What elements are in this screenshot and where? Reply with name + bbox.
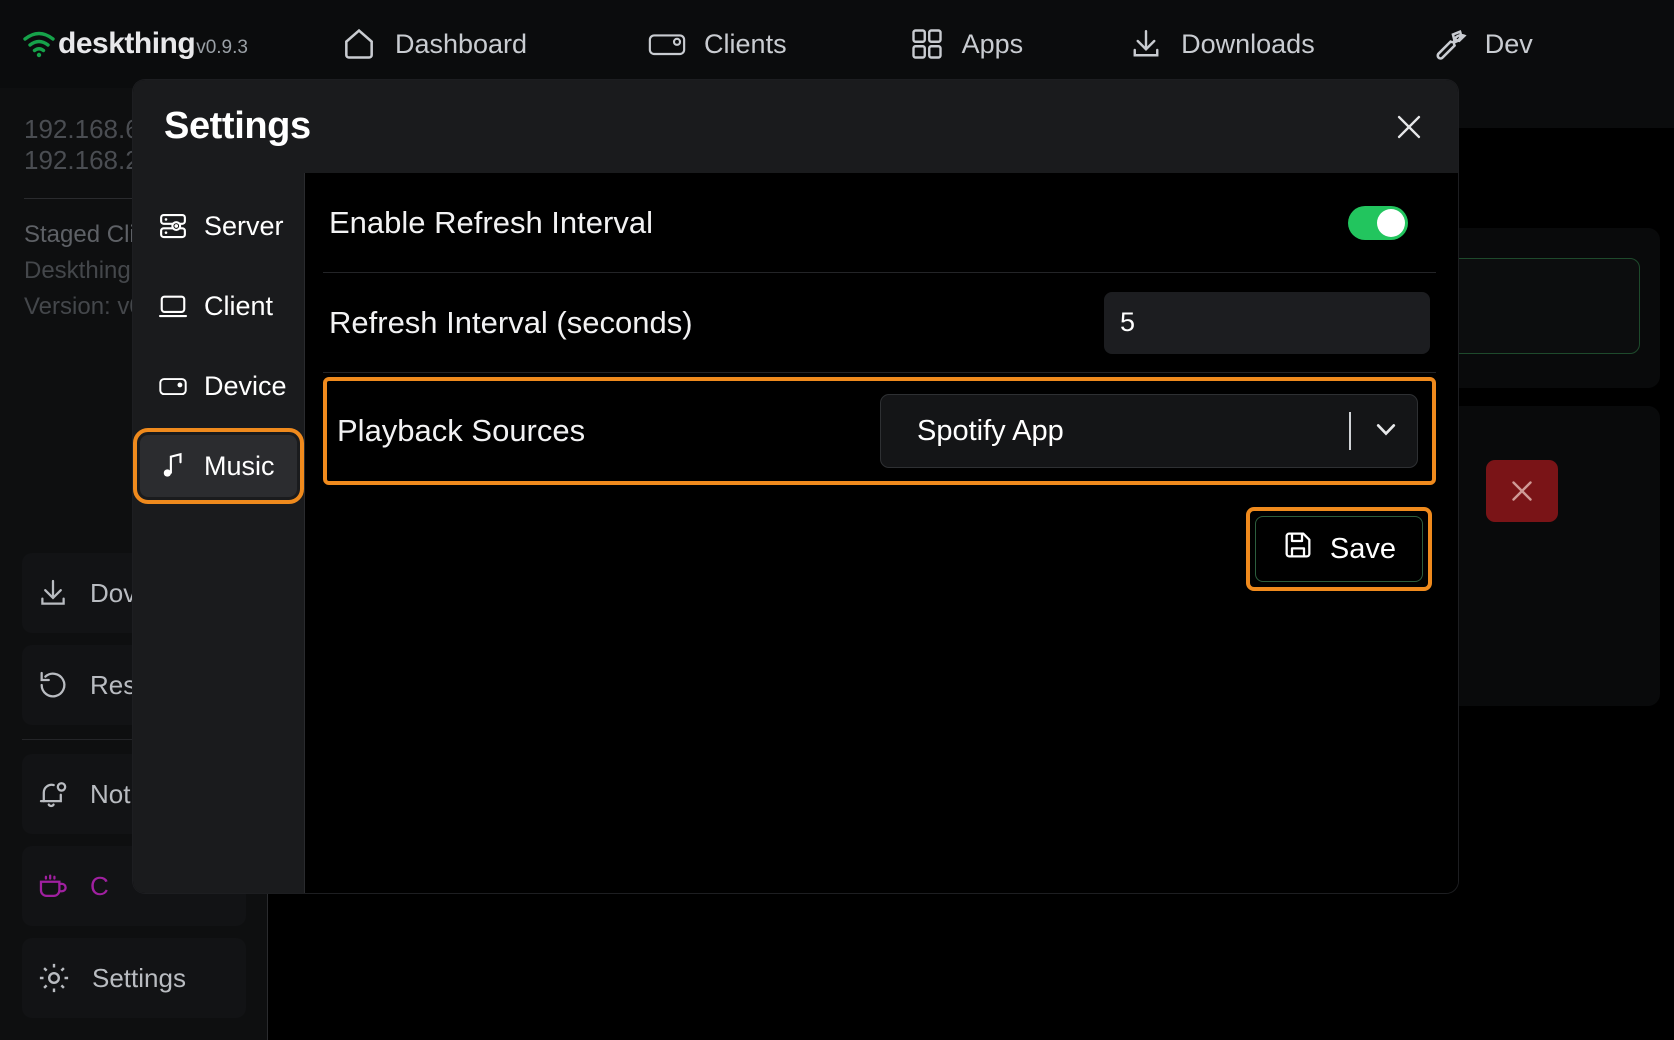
- toggle-knob: [1377, 208, 1405, 237]
- device-icon: [158, 371, 188, 401]
- nav-label-apps: Apps: [961, 28, 1024, 59]
- background-nav-download-label: Dov: [90, 577, 137, 608]
- nav-item-dev[interactable]: Dev: [1430, 25, 1533, 63]
- enable-refresh-toggle[interactable]: [1348, 205, 1408, 240]
- setting-row-playback-sources: Playback Sources Spotify App: [331, 381, 1428, 481]
- client-screen-icon: [647, 29, 687, 59]
- nav-label-dashboard: Dashboard: [394, 28, 528, 59]
- chevron-down-icon: [1369, 412, 1403, 451]
- nav-label-dev: Dev: [1484, 28, 1533, 59]
- nav-label-clients: Clients: [704, 28, 787, 59]
- refresh-interval-label: Refresh Interval (seconds): [329, 304, 693, 340]
- save-button-label: Save: [1329, 532, 1396, 565]
- brand-name: deskthing: [58, 27, 196, 60]
- download-icon: [1128, 26, 1164, 62]
- select-divider: [1349, 412, 1351, 450]
- grid-apps-icon: [909, 26, 945, 62]
- monitor-icon: [158, 291, 188, 321]
- sidebar-label-client: Client: [204, 290, 274, 321]
- nav-item-dashboard[interactable]: Dashboard: [340, 25, 527, 63]
- modal-content: Enable Refresh Interval Refresh Interval…: [305, 173, 1458, 893]
- sidebar-item-server[interactable]: Server: [140, 195, 297, 257]
- nav-item-clients[interactable]: Clients: [647, 29, 787, 60]
- refresh-interval-input[interactable]: [1104, 291, 1430, 354]
- enable-refresh-label: Enable Refresh Interval: [329, 204, 653, 240]
- background-nav-settings[interactable]: Settings: [22, 938, 246, 1018]
- sidebar-label-device: Device: [204, 370, 287, 401]
- app-root: deskthing v0.9.3 Dashboard Clients Apps …: [0, 0, 1674, 1040]
- modal-header: Settings: [133, 80, 1458, 173]
- sidebar-label-music: Music: [204, 450, 275, 481]
- background-nav-coffee-label: C: [90, 870, 109, 901]
- save-disk-icon: [1282, 529, 1314, 569]
- nav-item-apps[interactable]: Apps: [909, 26, 1024, 62]
- modal-title: Settings: [164, 105, 311, 147]
- playback-sources-highlight: Playback Sources Spotify App: [323, 377, 1436, 485]
- modal-sidebar: Server Client Device Music: [133, 173, 305, 893]
- background-nav-settings-label: Settings: [92, 962, 186, 993]
- wrench-icon: [1430, 25, 1468, 63]
- playback-sources-value: Spotify App: [917, 414, 1064, 447]
- close-icon[interactable]: [1388, 106, 1430, 148]
- settings-modal: Settings Server Client Device Music Enab…: [133, 80, 1458, 893]
- brand-version: v0.9.3: [196, 37, 248, 58]
- music-note-icon: [158, 451, 188, 481]
- wifi-logo-icon: [22, 30, 56, 58]
- playback-sources-label: Playback Sources: [337, 413, 586, 448]
- save-bar: Save: [323, 485, 1436, 591]
- server-icon: [158, 211, 188, 241]
- brand-logo: deskthing v0.9.3: [22, 27, 248, 61]
- nav-label-downloads: Downloads: [1181, 28, 1315, 59]
- sidebar-label-server: Server: [204, 210, 284, 241]
- sidebar-item-client[interactable]: Client: [140, 275, 297, 337]
- home-icon: [340, 25, 378, 63]
- nav-item-downloads[interactable]: Downloads: [1128, 26, 1315, 62]
- save-button[interactable]: Save: [1254, 516, 1423, 582]
- playback-sources-select[interactable]: Spotify App: [880, 394, 1418, 468]
- sidebar-item-device[interactable]: Device: [140, 355, 297, 417]
- save-highlight: Save: [1245, 507, 1432, 591]
- top-navigation-bar: deskthing v0.9.3 Dashboard Clients Apps …: [0, 0, 1674, 88]
- setting-row-enable-refresh: Enable Refresh Interval: [323, 173, 1436, 273]
- sidebar-item-music[interactable]: Music: [133, 428, 304, 504]
- setting-row-refresh-interval: Refresh Interval (seconds): [323, 273, 1436, 373]
- modal-body: Server Client Device Music Enable Refres…: [133, 173, 1458, 893]
- background-remove-button[interactable]: [1486, 460, 1558, 522]
